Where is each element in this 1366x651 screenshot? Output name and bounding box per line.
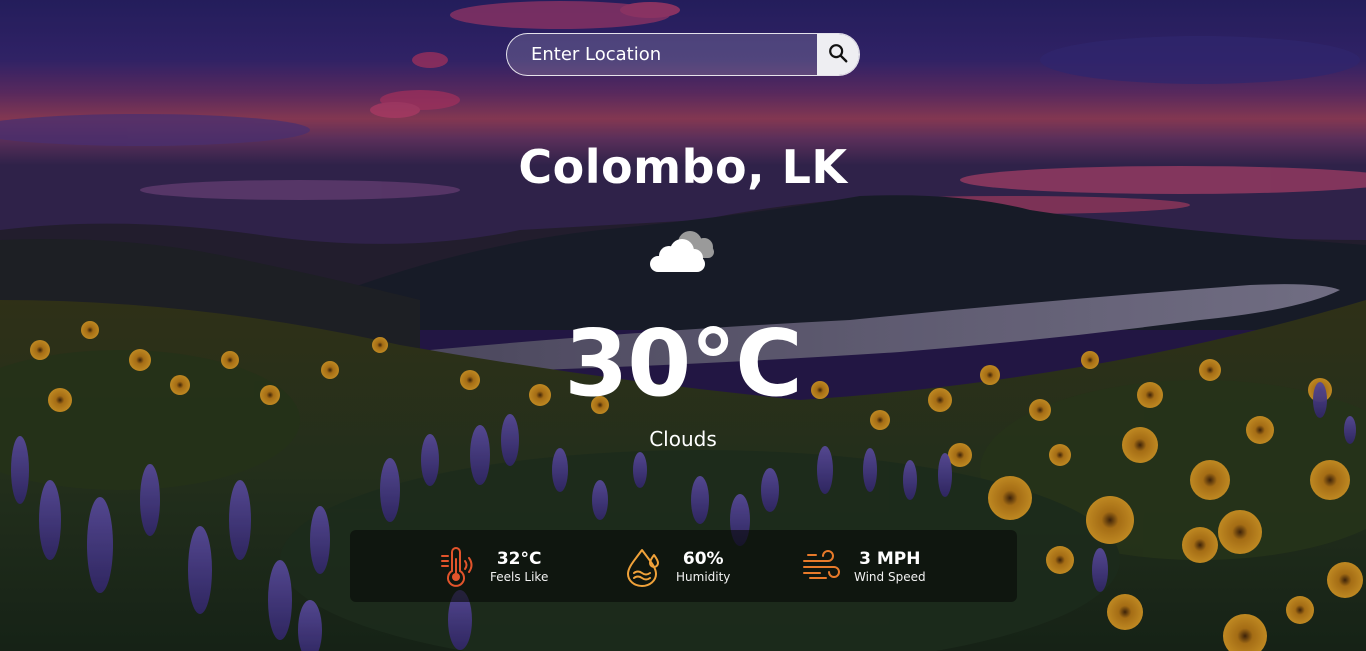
humidity-icon xyxy=(624,547,664,587)
detail-wind-speed: 3 MPH Wind Speed xyxy=(802,544,926,590)
temperature: 30°C xyxy=(564,310,803,417)
detail-feels-like: 32°C Feels Like xyxy=(438,544,548,590)
search-button[interactable] xyxy=(817,34,859,75)
thermometer-icon xyxy=(438,547,478,587)
weather-details-panel: 32°C Feels Like 60% Humidity 3 MPH Wind … xyxy=(350,530,1017,602)
feels-like-value: 32°C xyxy=(496,549,542,570)
humidity-value: 60% xyxy=(682,549,724,570)
wind-speed-value: 3 MPH xyxy=(859,549,921,570)
search-bar xyxy=(506,33,860,76)
wind-icon xyxy=(802,547,842,587)
wind-speed-label: Wind Speed xyxy=(854,569,926,584)
city-name: Colombo, LK xyxy=(518,140,848,194)
weather-condition: Clouds xyxy=(649,427,717,451)
search-icon xyxy=(827,42,849,67)
feels-like-label: Feels Like xyxy=(490,569,549,584)
cloud-icon xyxy=(646,226,720,276)
humidity-label: Humidity xyxy=(676,569,731,584)
search-input[interactable] xyxy=(507,34,817,75)
detail-humidity: 60% Humidity xyxy=(624,544,730,590)
